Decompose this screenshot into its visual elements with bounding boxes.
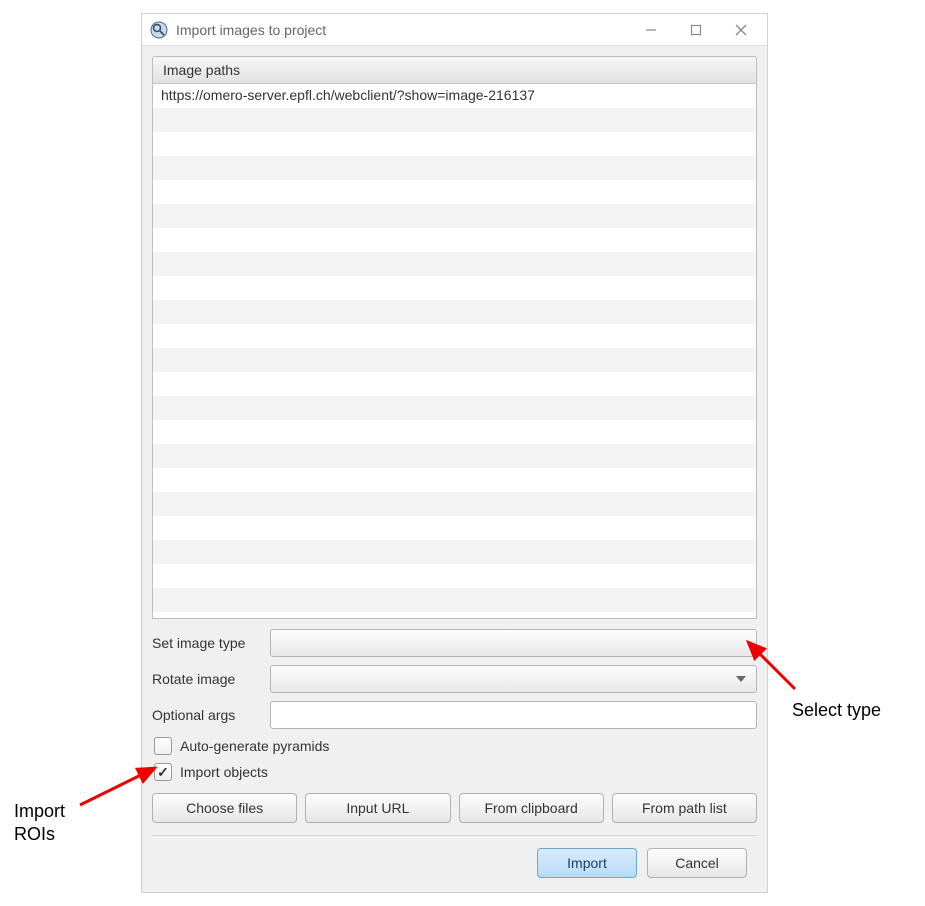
from-clipboard-button[interactable]: From clipboard: [459, 793, 604, 823]
list-item[interactable]: [153, 468, 756, 492]
list-item[interactable]: [153, 516, 756, 540]
import-button[interactable]: Import: [537, 848, 637, 878]
optional-args-row: Optional args: [152, 701, 757, 729]
auto-generate-pyramids-row: Auto-generate pyramids: [152, 737, 757, 755]
list-item[interactable]: [153, 300, 756, 324]
minimize-button[interactable]: [628, 16, 673, 44]
optional-args-label: Optional args: [152, 707, 264, 723]
import-objects-label: Import objects: [180, 764, 268, 780]
arrow-import-rois: [75, 760, 165, 810]
list-item[interactable]: [153, 564, 756, 588]
set-image-type-row: Set image type: [152, 629, 757, 657]
list-item[interactable]: [153, 180, 756, 204]
image-paths-header: Image paths: [152, 56, 757, 84]
annotation-import-rois-line1: Import: [14, 800, 65, 823]
list-item[interactable]: [153, 324, 756, 348]
list-item[interactable]: [153, 276, 756, 300]
import-dialog: Import images to project Image paths htt…: [141, 13, 768, 893]
rotate-image-combo[interactable]: [270, 665, 757, 693]
rotate-image-row: Rotate image: [152, 665, 757, 693]
list-item[interactable]: [153, 156, 756, 180]
annotation-select-type: Select type: [792, 700, 881, 721]
list-item[interactable]: [153, 252, 756, 276]
cancel-button[interactable]: Cancel: [647, 848, 747, 878]
auto-generate-pyramids-checkbox[interactable]: [154, 737, 172, 755]
list-item[interactable]: [153, 204, 756, 228]
app-icon: [150, 21, 168, 39]
list-item[interactable]: [153, 492, 756, 516]
list-item[interactable]: [153, 420, 756, 444]
titlebar: Import images to project: [142, 14, 767, 46]
list-item[interactable]: [153, 228, 756, 252]
maximize-button[interactable]: [673, 16, 718, 44]
image-paths-list[interactable]: https://omero-server.epfl.ch/webclient/?…: [152, 84, 757, 619]
rotate-image-label: Rotate image: [152, 671, 264, 687]
list-item[interactable]: [153, 540, 756, 564]
choose-files-button[interactable]: Choose files: [152, 793, 297, 823]
form-area: Set image type Rotate image Optional arg…: [152, 619, 757, 823]
close-button[interactable]: [718, 16, 763, 44]
dialog-footer: Import Cancel: [152, 835, 757, 892]
from-path-list-button[interactable]: From path list: [612, 793, 757, 823]
window-title: Import images to project: [176, 22, 628, 38]
input-url-button[interactable]: Input URL: [305, 793, 450, 823]
list-item[interactable]: [153, 444, 756, 468]
list-item[interactable]: [153, 132, 756, 156]
list-item[interactable]: [153, 588, 756, 612]
set-image-type-combo[interactable]: [270, 629, 757, 657]
list-item[interactable]: https://omero-server.epfl.ch/webclient/?…: [153, 84, 756, 108]
arrow-select-type: [740, 634, 800, 694]
window-controls: [628, 16, 763, 44]
list-item[interactable]: [153, 108, 756, 132]
auto-generate-pyramids-label: Auto-generate pyramids: [180, 738, 329, 754]
set-image-type-label: Set image type: [152, 635, 264, 651]
import-objects-row: Import objects: [152, 763, 757, 781]
list-item[interactable]: [153, 372, 756, 396]
list-item[interactable]: [153, 396, 756, 420]
annotation-import-rois: Import ROIs: [14, 800, 65, 847]
dialog-content: Image paths https://omero-server.epfl.ch…: [142, 46, 767, 892]
list-item[interactable]: [153, 348, 756, 372]
optional-args-input[interactable]: [270, 701, 757, 729]
source-button-row: Choose files Input URL From clipboard Fr…: [152, 793, 757, 823]
annotation-import-rois-line2: ROIs: [14, 823, 65, 846]
